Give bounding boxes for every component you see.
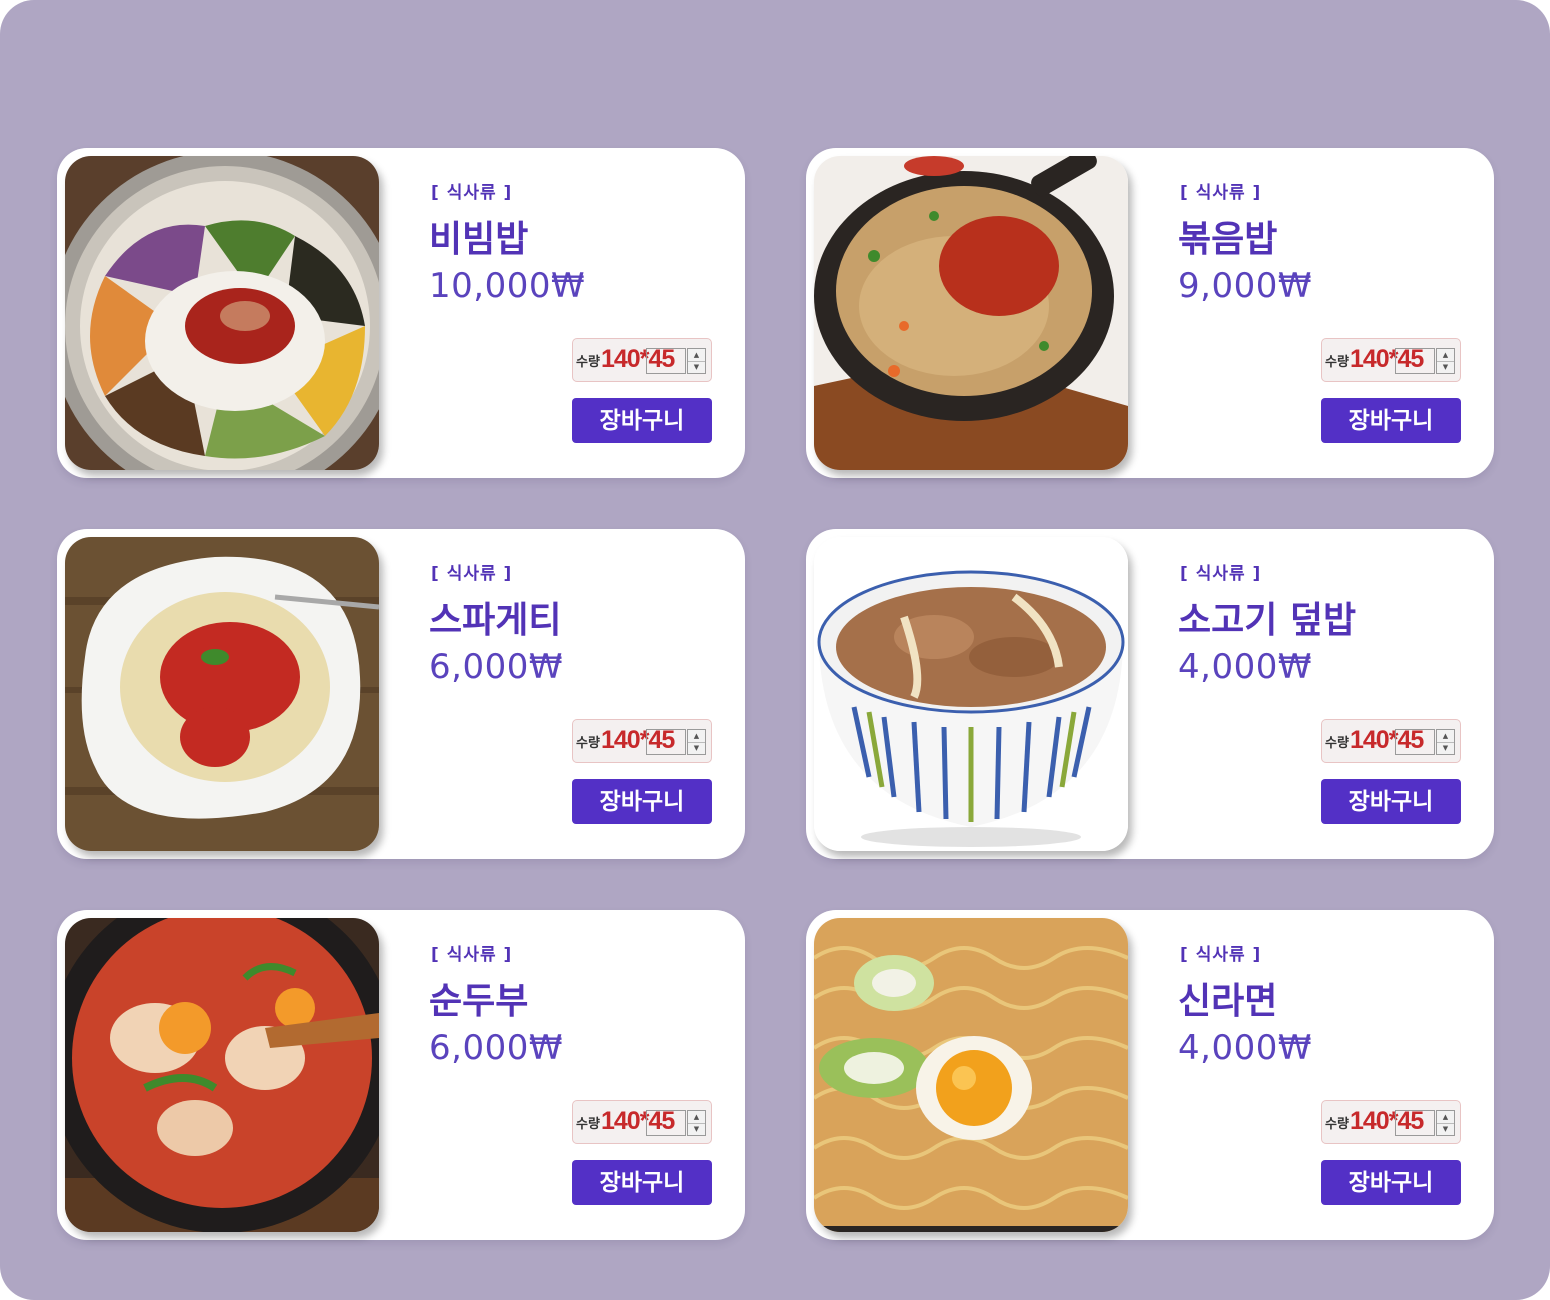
item-price: 6,000₩ xyxy=(429,647,563,687)
item-category: [ 식사류 ] xyxy=(1180,564,1262,584)
item-name: 볶음밥 xyxy=(1178,219,1278,260)
spaghetti-photo xyxy=(65,537,379,851)
quantity-input[interactable] xyxy=(646,729,686,755)
quantity-label: 수량 xyxy=(1325,1117,1349,1132)
menu-card-fried-rice: [ 식사류 ] 볶음밥 9,000₩ 수량 140*45 ▲ ▼ 장바구니 xyxy=(806,148,1494,478)
add-to-cart-button[interactable]: 장바구니 xyxy=(1321,1160,1461,1205)
item-category: [ 식사류 ] xyxy=(431,564,513,584)
item-category: [ 식사류 ] xyxy=(431,183,513,203)
ramen-photo xyxy=(814,918,1128,1232)
spin-down-icon[interactable]: ▼ xyxy=(688,361,705,373)
quantity-spinner[interactable]: ▲ ▼ xyxy=(687,729,706,755)
sundubu-photo xyxy=(65,918,379,1232)
quantity-input[interactable] xyxy=(1395,729,1435,755)
item-name: 순두부 xyxy=(429,981,529,1022)
fried-rice-image xyxy=(814,156,1128,470)
spin-down-icon[interactable]: ▼ xyxy=(688,742,705,754)
item-category: [ 식사류 ] xyxy=(1180,183,1262,203)
menu-card-sundubu: [ 식사류 ] 순두부 6,000₩ 수량 140*45 ▲ ▼ 장바구니 xyxy=(57,910,745,1240)
item-price: 9,000₩ xyxy=(1178,266,1312,306)
quantity-spinner[interactable]: ▲ ▼ xyxy=(1436,729,1455,755)
spin-down-icon[interactable]: ▼ xyxy=(1437,1123,1454,1135)
add-to-cart-button[interactable]: 장바구니 xyxy=(572,398,712,443)
quantity-input[interactable] xyxy=(646,348,686,374)
item-category: [ 식사류 ] xyxy=(1180,945,1262,965)
spaghetti-image xyxy=(65,537,379,851)
beef-bowl-image xyxy=(814,537,1128,851)
quantity-spinner[interactable]: ▲ ▼ xyxy=(1436,1110,1455,1136)
quantity-spinner[interactable]: ▲ ▼ xyxy=(687,348,706,374)
quantity-label: 수량 xyxy=(1325,355,1349,370)
spin-down-icon[interactable]: ▼ xyxy=(1437,742,1454,754)
add-to-cart-button[interactable]: 장바구니 xyxy=(572,779,712,824)
quantity-spinner[interactable]: ▲ ▼ xyxy=(687,1110,706,1136)
quantity-label: 수량 xyxy=(1325,736,1349,751)
quantity-input[interactable] xyxy=(646,1110,686,1136)
item-price: 4,000₩ xyxy=(1178,647,1312,687)
beef-bowl-photo xyxy=(814,537,1128,851)
item-price: 6,000₩ xyxy=(429,1028,563,1068)
spin-down-icon[interactable]: ▼ xyxy=(1437,361,1454,373)
quantity-stepper[interactable]: 수량 140*45 ▲ ▼ xyxy=(1321,1100,1461,1144)
quantity-label: 수량 xyxy=(576,1117,600,1132)
spin-down-icon[interactable]: ▼ xyxy=(688,1123,705,1135)
bibimbap-photo xyxy=(65,156,379,470)
quantity-label: 수량 xyxy=(576,736,600,751)
menu-card-bibimbap: [ 식사류 ] 비빔밥 10,000₩ 수량 140*45 ▲ ▼ 장바구니 xyxy=(57,148,745,478)
quantity-stepper[interactable]: 수량 140*45 ▲ ▼ xyxy=(1321,719,1461,763)
quantity-spinner[interactable]: ▲ ▼ xyxy=(1436,348,1455,374)
sundubu-image xyxy=(65,918,379,1232)
menu-panel: [ 식사류 ] 비빔밥 10,000₩ 수량 140*45 ▲ ▼ 장바구니 [… xyxy=(0,0,1550,1300)
item-name: 비빔밥 xyxy=(429,219,529,260)
quantity-stepper[interactable]: 수량 140*45 ▲ ▼ xyxy=(1321,338,1461,382)
quantity-stepper[interactable]: 수량 140*45 ▲ ▼ xyxy=(572,1100,712,1144)
menu-card-ramen: [ 식사류 ] 신라면 4,000₩ 수량 140*45 ▲ ▼ 장바구니 xyxy=(806,910,1494,1240)
item-name: 소고기 덮밥 xyxy=(1178,600,1357,641)
item-name: 신라면 xyxy=(1178,981,1278,1022)
menu-card-beef-bowl: [ 식사류 ] 소고기 덮밥 4,000₩ 수량 140*45 ▲ ▼ 장바구니 xyxy=(806,529,1494,859)
add-to-cart-button[interactable]: 장바구니 xyxy=(1321,779,1461,824)
item-price: 4,000₩ xyxy=(1178,1028,1312,1068)
ramen-image xyxy=(814,918,1128,1232)
item-name: 스파게티 xyxy=(429,600,562,641)
add-to-cart-button[interactable]: 장바구니 xyxy=(1321,398,1461,443)
menu-card-spaghetti: [ 식사류 ] 스파게티 6,000₩ 수량 140*45 ▲ ▼ 장바구니 xyxy=(57,529,745,859)
add-to-cart-button[interactable]: 장바구니 xyxy=(572,1160,712,1205)
item-category: [ 식사류 ] xyxy=(431,945,513,965)
quantity-input[interactable] xyxy=(1395,1110,1435,1136)
bibimbap-image xyxy=(65,156,379,470)
quantity-input[interactable] xyxy=(1395,348,1435,374)
item-price: 10,000₩ xyxy=(429,266,586,306)
quantity-stepper[interactable]: 수량 140*45 ▲ ▼ xyxy=(572,719,712,763)
fried-rice-photo xyxy=(814,156,1128,470)
quantity-stepper[interactable]: 수량 140*45 ▲ ▼ xyxy=(572,338,712,382)
quantity-label: 수량 xyxy=(576,355,600,370)
